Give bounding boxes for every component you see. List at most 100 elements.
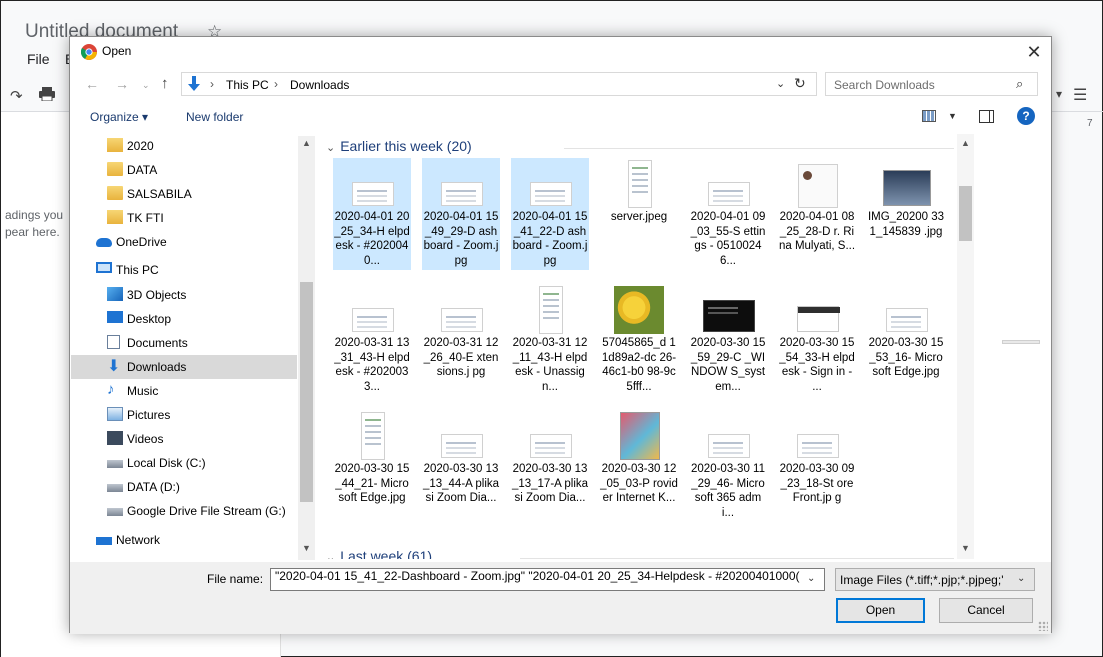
search-icon[interactable]: ⌕	[1016, 76, 1023, 92]
file-type-dropdown-icon[interactable]: ⌄	[1017, 573, 1025, 584]
file-thumbnail	[610, 160, 668, 210]
file-item[interactable]: 57045865_d 11d89a2-dc 26-46c1-b0 98-9c5f…	[600, 284, 678, 396]
sidebar-item-pictures[interactable]: Pictures	[71, 403, 297, 427]
sidebar-item-downloads[interactable]: ⬇ Downloads	[71, 355, 297, 379]
preview-pane-placeholder	[1002, 340, 1040, 344]
sidebar-item-network[interactable]: Network	[71, 528, 297, 552]
file-item[interactable]: 2020-03-30 12_05_03-P rovider Internet K…	[600, 410, 678, 522]
file-type-select[interactable]: Image Files (*.tiff;*.pjp;*.pjpeg;'	[835, 568, 1035, 591]
scroll-up-icon[interactable]: ▲	[302, 138, 311, 148]
file-item[interactable]: server.jpeg	[600, 158, 678, 270]
file-thumbnail	[521, 412, 579, 462]
file-item[interactable]: 2020-03-30 15_44_21- Microsoft Edge.jpg	[333, 410, 411, 522]
file-item[interactable]: 2020-03-31 12_11_43-H elpdesk - Unassign…	[511, 284, 589, 396]
sidebar-item-3d-objects[interactable]: 3D Objects	[71, 283, 297, 307]
sidebar-item-data[interactable]: DATA	[71, 158, 297, 182]
group-header-last-week[interactable]: ⌄ Last week (61)	[326, 548, 432, 559]
breadcrumb-separator[interactable]: ›	[274, 77, 278, 91]
file-thumbnail	[343, 286, 401, 336]
file-item[interactable]: 2020-03-31 12_26_40-E xtensions.j pg	[422, 284, 500, 396]
recent-locations-chevron-icon[interactable]: ⌄	[142, 80, 150, 91]
sidebar-item-documents[interactable]: Documents	[71, 331, 297, 355]
sync-folder-icon	[107, 210, 123, 224]
scroll-up-icon[interactable]: ▲	[961, 138, 970, 148]
file-name-input[interactable]: "2020-04-01 15_41_22-Dashboard - Zoom.jp…	[270, 568, 825, 591]
up-arrow-icon[interactable]: ↑	[161, 75, 169, 92]
indent-icon[interactable]: ☰	[1073, 85, 1087, 105]
sidebar-item-music[interactable]: ♪ Music	[71, 379, 297, 403]
sidebar-item-onedrive[interactable]: OneDrive	[71, 230, 297, 254]
image-thumbnail-icon	[708, 182, 750, 206]
desktop-icon	[107, 311, 123, 323]
sidebar-item-label: This PC	[116, 263, 159, 277]
dropdown-arrow-icon[interactable]: ▾	[1056, 87, 1062, 101]
network-icon	[96, 537, 112, 545]
file-item[interactable]: 2020-03-30 15_54_33-H elpdesk - Sign in …	[778, 284, 856, 396]
address-dropdown-icon[interactable]: ⌄	[776, 77, 785, 90]
file-name: 2020-04-01 09_03_55-S ettings - 05100246…	[690, 211, 766, 267]
preview-pane-icon[interactable]	[979, 110, 994, 123]
scroll-down-icon[interactable]: ▼	[302, 543, 311, 553]
cancel-button[interactable]: Cancel	[939, 598, 1033, 623]
file-item[interactable]: 2020-03-30 11_29_46- Microsoft 365 admi.…	[689, 410, 767, 522]
file-item[interactable]: 2020-04-01 09_03_55-S ettings - 05100246…	[689, 158, 767, 270]
sidebar-item-local-disk-c[interactable]: Local Disk (C:)	[71, 451, 297, 475]
organize-button[interactable]: Organize ▾	[90, 110, 148, 124]
forward-arrow-icon[interactable]: →	[115, 76, 129, 92]
open-button[interactable]: Open	[836, 598, 925, 623]
file-item[interactable]: 2020-04-01 08_25_28-D r. Rina Mulyati, S…	[778, 158, 856, 270]
sidebar-item-label: Desktop	[127, 312, 172, 326]
scroll-down-icon[interactable]: ▼	[961, 543, 970, 553]
file-item[interactable]: 2020-04-01 15_41_22-D ashboard - Zoom.jp…	[511, 158, 589, 270]
sidebar-item-this-pc[interactable]: This PC	[71, 258, 297, 282]
file-thumbnail	[610, 286, 668, 336]
menu-file[interactable]: File	[27, 51, 50, 67]
file-item[interactable]: 2020-03-30 15_59_29-C _WINDOW S_system..…	[689, 284, 767, 396]
print-icon[interactable]	[39, 87, 55, 101]
sidebar-item-2020[interactable]: 2020	[71, 134, 297, 158]
help-icon[interactable]: ?	[1017, 107, 1035, 125]
folder-icon	[107, 162, 123, 176]
file-name-dropdown-icon[interactable]: ⌄	[807, 573, 815, 584]
navigation-scrollbar-thumb[interactable]	[300, 282, 313, 502]
file-item[interactable]: 2020-03-30 13_13_17-A plikasi Zoom Dia..…	[511, 410, 589, 522]
file-name: 2020-04-01 08_25_28-D r. Rina Mulyati, S…	[778, 211, 856, 252]
collapse-chevron-icon[interactable]: ⌄	[326, 141, 335, 154]
group-header-earlier-this-week[interactable]: ⌄ Earlier this week (20)	[326, 138, 472, 158]
breadcrumb-this-pc[interactable]: This PC	[226, 78, 269, 92]
close-button[interactable]: ✕	[1021, 40, 1047, 64]
sidebar-item-tk-fti[interactable]: TK FTI	[71, 206, 297, 230]
address-bar[interactable]: › This PC › Downloads ⌄ ↻	[181, 72, 817, 96]
file-item[interactable]: 2020-03-31 13_31_43-H elpdesk - #2020033…	[333, 284, 411, 396]
sidebar-item-data-d[interactable]: DATA (D:)	[71, 475, 297, 499]
sidebar-item-label: Local Disk (C:)	[127, 456, 206, 470]
collapse-chevron-icon[interactable]: ⌄	[326, 551, 335, 559]
sidebar-item-salsabila[interactable]: SALSABILA	[71, 182, 297, 206]
file-item[interactable]: 2020-03-30 13_13_44-A plikasi Zoom Dia..…	[422, 410, 500, 522]
file-item[interactable]: 2020-03-30 09_23_18-St oreFront.jp g	[778, 410, 856, 522]
breadcrumb-downloads[interactable]: Downloads	[290, 78, 349, 92]
dialog-titlebar[interactable]: Open ✕	[70, 37, 1051, 67]
redo-icon[interactable]: ↷	[10, 87, 23, 105]
new-folder-button[interactable]: New folder	[186, 110, 243, 124]
breadcrumb-separator[interactable]: ›	[210, 77, 214, 91]
change-view-icon[interactable]	[922, 110, 936, 122]
back-arrow-icon[interactable]: ←	[85, 76, 99, 92]
file-item[interactable]: 2020-04-01 20_25_34-H elpdesk - #2020040…	[333, 158, 411, 270]
sidebar-item-label: Network	[116, 533, 161, 547]
sidebar-item-desktop[interactable]: Desktop	[71, 307, 297, 331]
sidebar-item-google-drive-file-stream-g[interactable]: Google Drive File Stream (G:)	[71, 499, 297, 523]
file-item[interactable]: IMG_20200 331_145839 .jpg	[867, 158, 945, 270]
file-item[interactable]: 2020-04-01 15_49_29-D ashboard - Zoom.jp…	[422, 158, 500, 270]
refresh-icon[interactable]: ↻	[794, 75, 806, 92]
image-thumbnail-icon	[441, 434, 483, 458]
search-input[interactable]: Search Downloads ⌕	[825, 72, 1038, 96]
file-list-scrollbar-thumb[interactable]	[959, 186, 972, 241]
sidebar-item-videos[interactable]: Videos	[71, 427, 297, 451]
image-thumbnail-icon	[708, 434, 750, 458]
resize-grip[interactable]	[1038, 621, 1048, 631]
sidebar-item-label: SALSABILA	[127, 187, 192, 201]
file-item[interactable]: 2020-03-30 15_53_16- Microsoft Edge.jpg	[867, 284, 945, 396]
view-options-chevron-icon[interactable]: ▼	[948, 111, 957, 121]
image-thumbnail-icon	[530, 434, 572, 458]
